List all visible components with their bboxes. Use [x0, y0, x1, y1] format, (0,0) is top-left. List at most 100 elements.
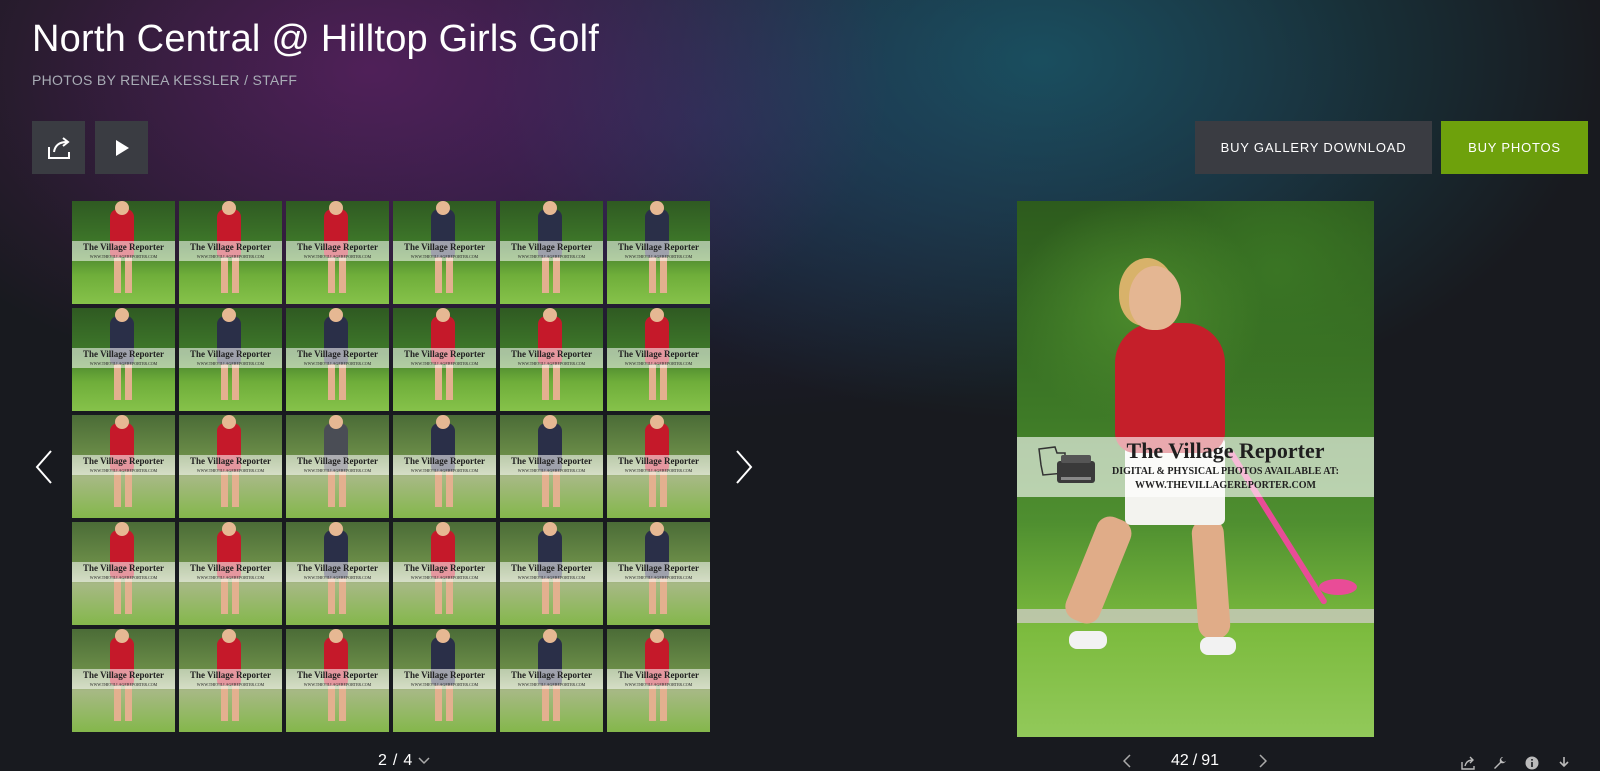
- thumbnail-watermark-url: WWW.THEVILLAGEREPORTER.COM: [196, 682, 265, 687]
- photo-index-separator: /: [1192, 752, 1198, 769]
- thumbnail-watermark-url: WWW.THEVILLAGEREPORTER.COM: [196, 254, 265, 259]
- thumbnail-watermark-title: The Village Reporter: [618, 242, 699, 252]
- gallery-thumbnail[interactable]: The Village Reporter WWW.THEVILLAGEREPORT…: [72, 201, 175, 304]
- thumbnail-golfer-head: [115, 308, 129, 322]
- gallery-thumbnail[interactable]: The Village Reporter WWW.THEVILLAGEREPORT…: [72, 522, 175, 625]
- gallery-thumbnail[interactable]: The Village Reporter WWW.THEVILLAGEREPORT…: [393, 201, 496, 304]
- thumbnail-watermark-url: WWW.THEVILLAGEREPORTER.COM: [517, 254, 586, 259]
- gallery-thumbnail[interactable]: The Village Reporter WWW.THEVILLAGEREPORT…: [286, 308, 389, 411]
- thumbnail-golfer-legs: [649, 471, 667, 507]
- gallery-thumbnail[interactable]: The Village Reporter WWW.THEVILLAGEREPORT…: [607, 629, 710, 732]
- thumbnail-golfer-head: [436, 629, 450, 643]
- thumbnail-watermark-title: The Village Reporter: [618, 456, 699, 466]
- gallery-thumbnail[interactable]: The Village Reporter WWW.THEVILLAGEREPORT…: [500, 522, 603, 625]
- gallery-thumbnail[interactable]: The Village Reporter WWW.THEVILLAGEREPORT…: [393, 522, 496, 625]
- thumbnail-watermark-url: WWW.THEVILLAGEREPORTER.COM: [517, 575, 586, 580]
- grid-prev-page-arrow[interactable]: [32, 449, 56, 489]
- gallery-thumbnail[interactable]: The Village Reporter WWW.THEVILLAGEREPORT…: [286, 415, 389, 518]
- gallery-thumbnail[interactable]: The Village Reporter WWW.THEVILLAGEREPORT…: [607, 201, 710, 304]
- thumbnail-golfer-head: [650, 522, 664, 536]
- next-photo-button[interactable]: [1256, 754, 1270, 768]
- gallery-thumbnail[interactable]: The Village Reporter WWW.THEVILLAGEREPORT…: [607, 522, 710, 625]
- photo-tools: [1460, 755, 1572, 771]
- thumbnail-watermark-title: The Village Reporter: [83, 349, 164, 359]
- thumbnail-watermark-url: WWW.THEVILLAGEREPORTER.COM: [517, 682, 586, 687]
- gallery-thumbnail[interactable]: The Village Reporter WWW.THEVILLAGEREPORT…: [607, 308, 710, 411]
- gallery-thumbnail[interactable]: The Village Reporter WWW.THEVILLAGEREPORT…: [286, 201, 389, 304]
- thumbnail-watermark-title: The Village Reporter: [83, 242, 164, 252]
- thumbnail-golfer-legs: [221, 685, 239, 721]
- thumbnail-golfer-legs: [649, 685, 667, 721]
- gallery-thumbnail[interactable]: The Village Reporter WWW.THEVILLAGEREPORT…: [286, 629, 389, 732]
- photo-index-current: 42: [1170, 752, 1189, 769]
- thumbnail-watermark-url: WWW.THEVILLAGEREPORTER.COM: [517, 361, 586, 366]
- thumbnail-watermark-title: The Village Reporter: [404, 242, 485, 252]
- thumbnail-watermark-title: The Village Reporter: [190, 242, 271, 252]
- grid-pager[interactable]: 2 / 4: [378, 752, 430, 770]
- thumbnail-golfer-legs: [649, 257, 667, 293]
- gallery-thumbnail[interactable]: The Village Reporter WWW.THEVILLAGEREPORT…: [72, 629, 175, 732]
- gallery-thumbnail[interactable]: The Village Reporter WWW.THEVILLAGEREPORT…: [500, 629, 603, 732]
- thumbnail-watermark-title: The Village Reporter: [404, 349, 485, 359]
- share-button[interactable]: [32, 121, 85, 174]
- gallery-thumbnail[interactable]: The Village Reporter WWW.THEVILLAGEREPORT…: [72, 308, 175, 411]
- thumbnail-golfer-legs: [435, 364, 453, 400]
- thumbnail-watermark-url: WWW.THEVILLAGEREPORTER.COM: [303, 468, 372, 473]
- gallery-thumbnail[interactable]: The Village Reporter WWW.THEVILLAGEREPORT…: [286, 522, 389, 625]
- gallery-thumbnail[interactable]: The Village Reporter WWW.THEVILLAGEREPORT…: [500, 415, 603, 518]
- thumbnail-watermark-title: The Village Reporter: [190, 456, 271, 466]
- gallery-thumbnail[interactable]: The Village Reporter WWW.THEVILLAGEREPORT…: [393, 629, 496, 732]
- wrench-icon[interactable]: [1492, 755, 1508, 771]
- gallery-thumbnail[interactable]: The Village Reporter WWW.THEVILLAGEREPORT…: [500, 201, 603, 304]
- gallery-thumbnail[interactable]: The Village Reporter WWW.THEVILLAGEREPORT…: [500, 308, 603, 411]
- thumbnail-golfer-head: [115, 629, 129, 643]
- info-icon[interactable]: [1524, 755, 1540, 771]
- thumbnail-golfer-legs: [221, 257, 239, 293]
- thumbnail-golfer-head: [650, 415, 664, 429]
- thumbnail-golfer-legs: [328, 471, 346, 507]
- thumbnail-watermark: The Village Reporter WWW.THEVILLAGEREPORT…: [393, 241, 496, 261]
- thumbnail-golfer-legs: [328, 364, 346, 400]
- photo-clubhead: [1319, 579, 1357, 595]
- thumbnail-watermark: The Village Reporter WWW.THEVILLAGEREPORT…: [72, 562, 175, 582]
- chevron-down-icon[interactable]: [418, 752, 430, 770]
- thumbnail-watermark: The Village Reporter WWW.THEVILLAGEREPORT…: [286, 669, 389, 689]
- thumbnail-golfer-legs: [435, 471, 453, 507]
- thumbnail-watermark-title: The Village Reporter: [404, 670, 485, 680]
- thumbnail-watermark: The Village Reporter WWW.THEVILLAGEREPORT…: [500, 241, 603, 261]
- gallery-thumbnail[interactable]: The Village Reporter WWW.THEVILLAGEREPORT…: [179, 415, 282, 518]
- gallery-thumbnail[interactable]: The Village Reporter WWW.THEVILLAGEREPORT…: [179, 308, 282, 411]
- thumbnail-watermark-url: WWW.THEVILLAGEREPORTER.COM: [624, 361, 693, 366]
- gallery-thumbnail[interactable]: The Village Reporter WWW.THEVILLAGEREPORT…: [179, 201, 282, 304]
- buy-photos-button[interactable]: BUY PHOTOS: [1441, 121, 1588, 174]
- slideshow-play-button[interactable]: [95, 121, 148, 174]
- buy-gallery-download-button[interactable]: BUY GALLERY DOWNLOAD: [1195, 121, 1432, 174]
- thumbnail-golfer-head: [543, 201, 557, 215]
- thumbnail-watermark-title: The Village Reporter: [511, 456, 592, 466]
- thumbnail-watermark-title: The Village Reporter: [297, 670, 378, 680]
- prev-photo-button[interactable]: [1120, 754, 1134, 768]
- thumbnail-golfer-head: [650, 308, 664, 322]
- thumbnail-watermark-title: The Village Reporter: [618, 349, 699, 359]
- thumbnail-watermark-title: The Village Reporter: [404, 563, 485, 573]
- thumbnail-watermark: The Village Reporter WWW.THEVILLAGEREPORT…: [607, 241, 710, 261]
- grid-next-page-arrow[interactable]: [732, 449, 756, 489]
- thumbnail-watermark-url: WWW.THEVILLAGEREPORTER.COM: [624, 468, 693, 473]
- download-icon[interactable]: [1556, 755, 1572, 771]
- thumbnail-watermark-title: The Village Reporter: [190, 349, 271, 359]
- photo-head: [1129, 266, 1181, 330]
- thumbnail-watermark: The Village Reporter WWW.THEVILLAGEREPORT…: [393, 562, 496, 582]
- selected-photo[interactable]: The Village Reporter DIGITAL & PHYSICAL …: [1017, 201, 1374, 737]
- gallery-thumbnail[interactable]: The Village Reporter WWW.THEVILLAGEREPORT…: [72, 415, 175, 518]
- gallery-thumbnail[interactable]: The Village Reporter WWW.THEVILLAGEREPORT…: [179, 629, 282, 732]
- thumbnail-watermark-url: WWW.THEVILLAGEREPORTER.COM: [410, 682, 479, 687]
- gallery-title: North Central @ Hilltop Girls Golf: [32, 18, 599, 60]
- gallery-thumbnail[interactable]: The Village Reporter WWW.THEVILLAGEREPORT…: [607, 415, 710, 518]
- thumbnail-golfer-legs: [649, 578, 667, 614]
- thumbnail-watermark-url: WWW.THEVILLAGEREPORTER.COM: [196, 468, 265, 473]
- gallery-thumbnail[interactable]: The Village Reporter WWW.THEVILLAGEREPORT…: [179, 522, 282, 625]
- gallery-thumbnail[interactable]: The Village Reporter WWW.THEVILLAGEREPORT…: [393, 308, 496, 411]
- share-icon[interactable]: [1460, 755, 1476, 771]
- thumbnail-golfer-legs: [221, 471, 239, 507]
- gallery-thumbnail[interactable]: The Village Reporter WWW.THEVILLAGEREPORT…: [393, 415, 496, 518]
